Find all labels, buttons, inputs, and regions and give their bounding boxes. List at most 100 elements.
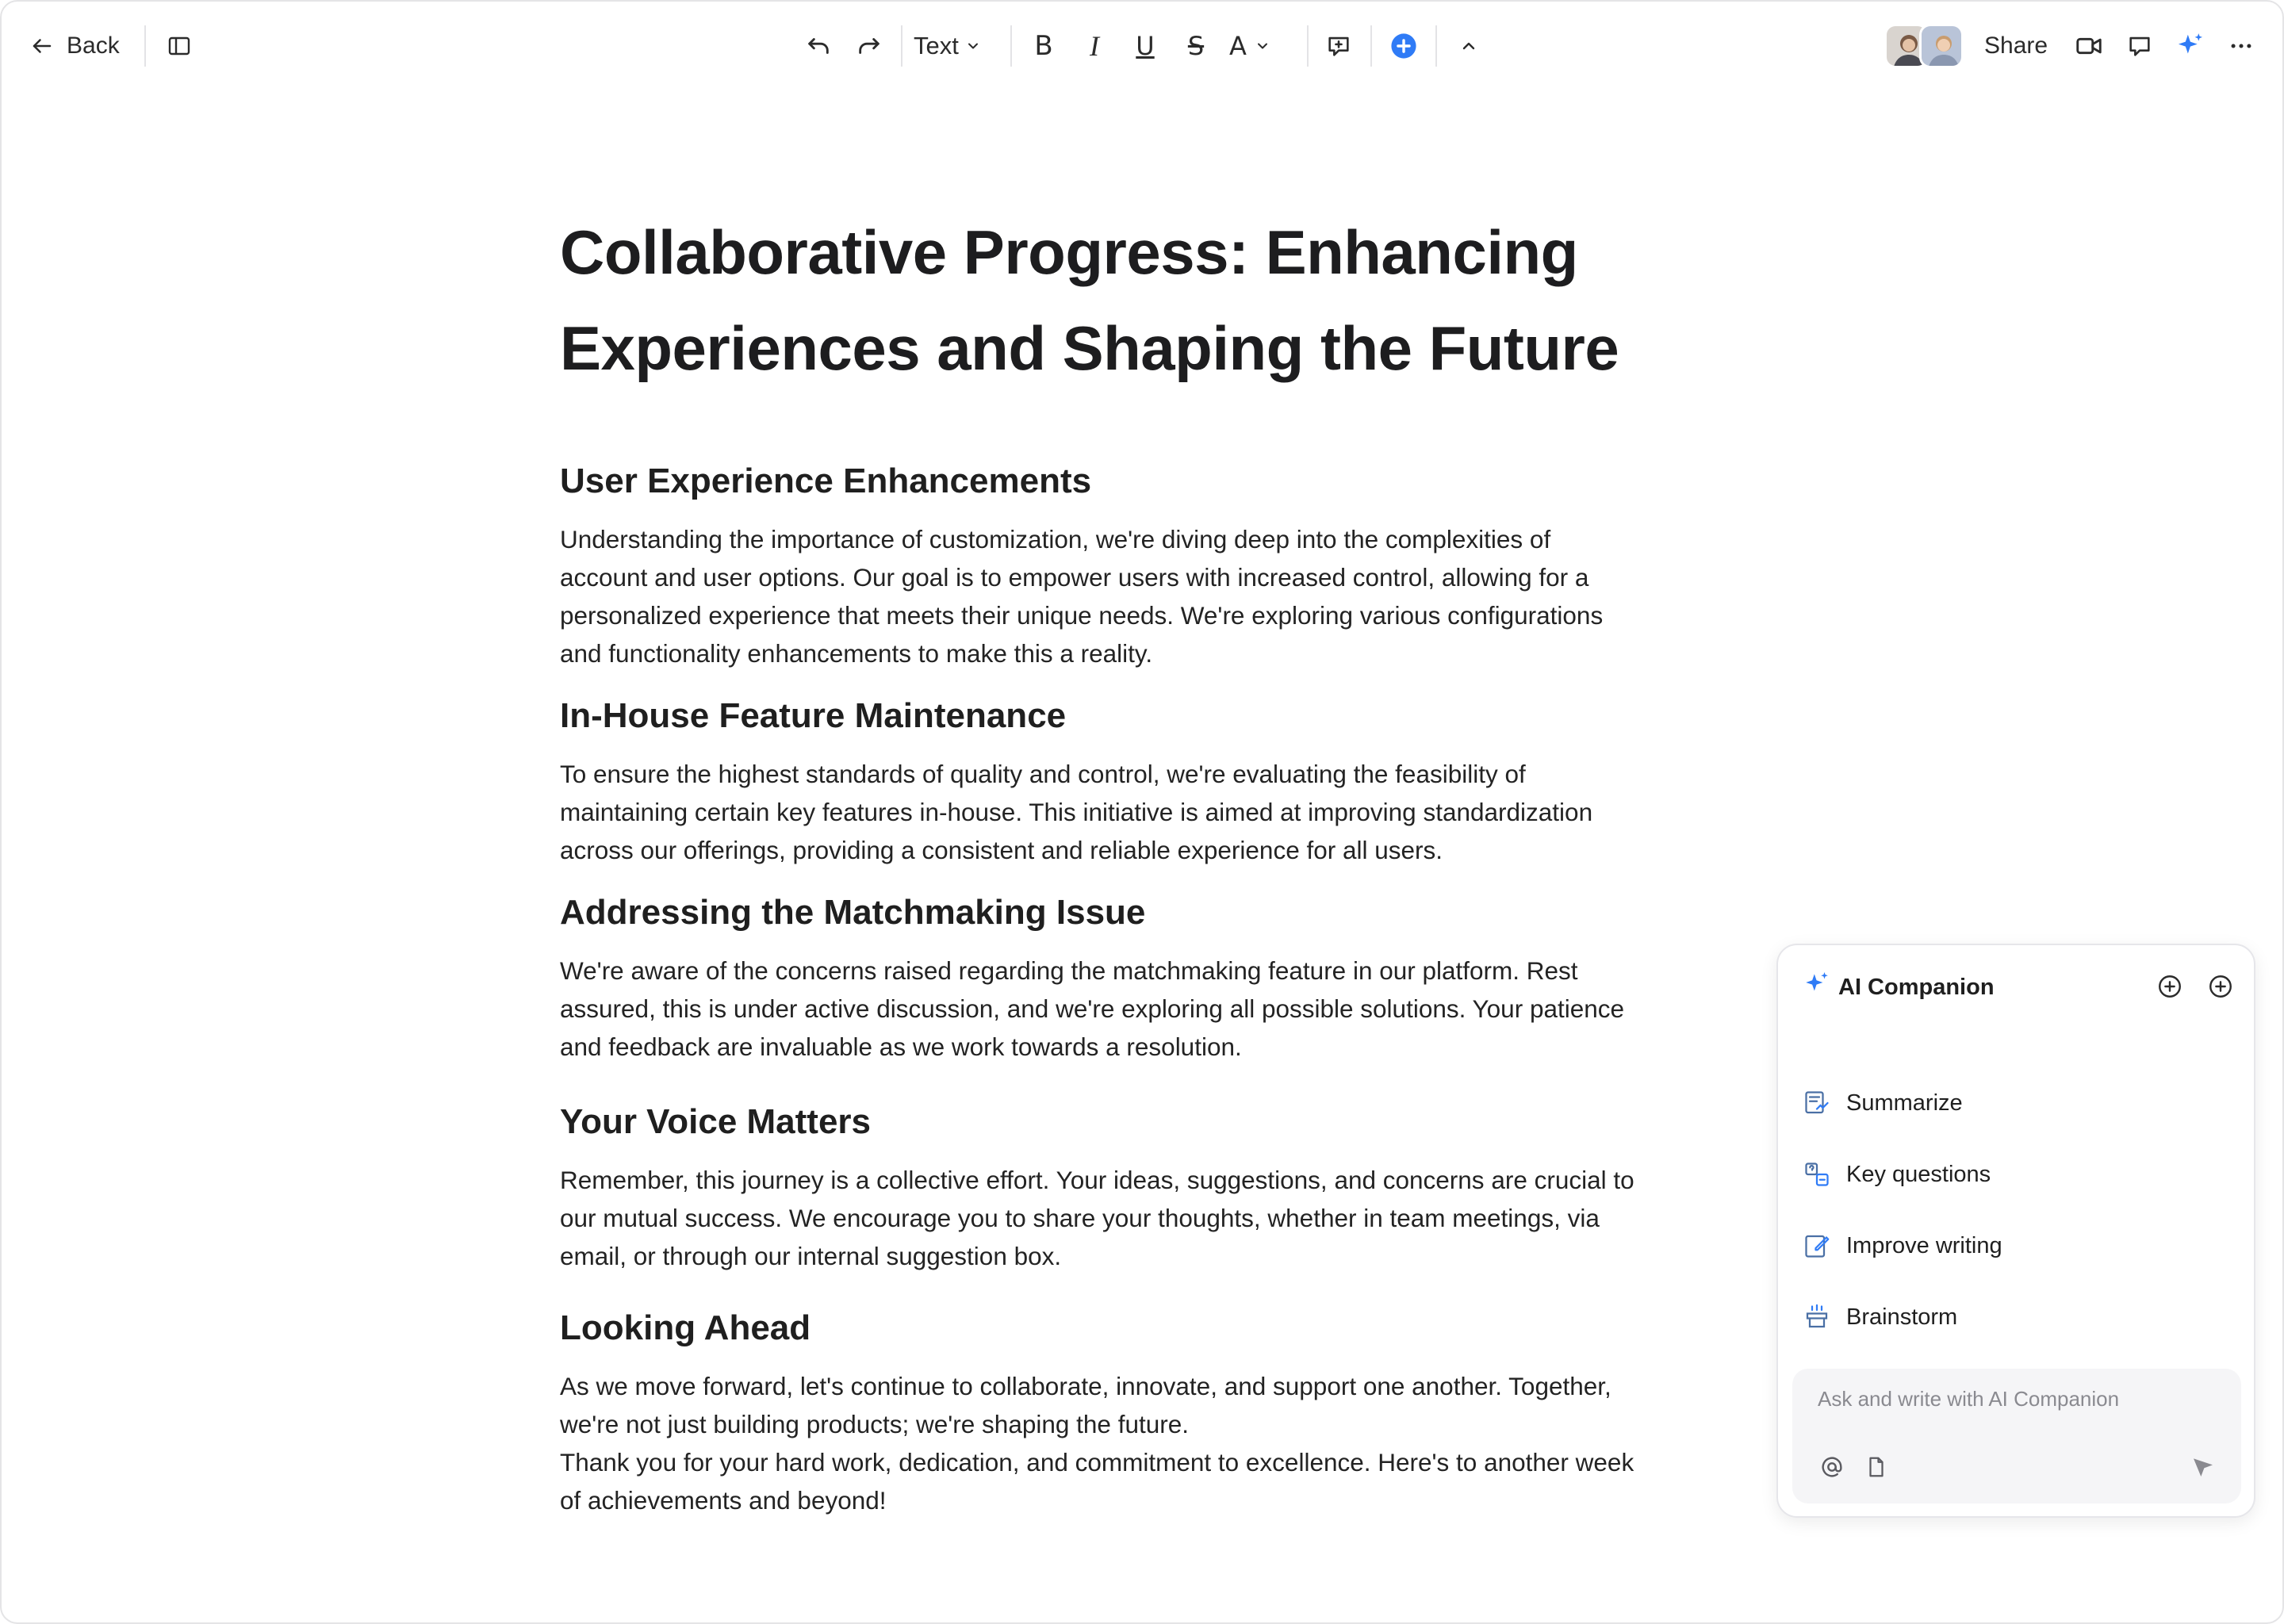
toolbar-divider — [1307, 25, 1309, 67]
ai-companion-button[interactable] — [2171, 27, 2209, 65]
send-icon — [2190, 1454, 2216, 1484]
section-heading[interactable]: Looking Ahead — [560, 1308, 811, 1348]
section-heading[interactable]: Addressing the Matchmaking Issue — [560, 893, 1145, 933]
ai-sparkle-icon — [1802, 969, 1832, 1005]
chevron-up-icon — [1459, 36, 1478, 56]
section-paragraph[interactable]: Understanding the importance of customiz… — [560, 520, 1734, 672]
italic-button[interactable]: I — [1075, 22, 1113, 70]
paragraph-line: assured, this is under active discussion… — [560, 994, 1625, 1023]
paragraph-line: account and user options. Our goal is to… — [560, 563, 1589, 592]
document-title[interactable]: Collaborative Progress: Enhancing Experi… — [560, 205, 1734, 396]
ai-prompt-input[interactable] — [1816, 1386, 2213, 1412]
toolbar-divider — [1370, 25, 1372, 67]
avatar[interactable] — [1919, 24, 1964, 68]
ai-action-label: Key questions — [1846, 1161, 1991, 1187]
bold-button[interactable]: B — [1025, 22, 1063, 70]
ai-sparkle-icon — [2175, 31, 2205, 61]
document-body[interactable]: Collaborative Progress: Enhancing Experi… — [560, 205, 1734, 1515]
ai-action-label: Summarize — [1846, 1090, 1963, 1116]
ai-companion-title: AI Companion — [1838, 974, 1995, 1000]
italic-label: I — [1090, 30, 1099, 62]
chat-button[interactable] — [2121, 27, 2159, 65]
redo-icon — [856, 33, 883, 59]
paragraph-line: we're not just building products; we're … — [560, 1410, 1189, 1438]
chat-icon — [2126, 33, 2153, 59]
strikethrough-label: S — [1187, 31, 1205, 61]
document-editor-window: Back Text B I U S A Share Collaborative … — [0, 0, 2284, 1624]
key-questions-icon — [1802, 1159, 1832, 1189]
sidebar-toggle-icon — [167, 33, 192, 59]
undo-button[interactable] — [799, 27, 837, 65]
font-color-dropdown[interactable]: A — [1229, 22, 1270, 70]
toolbar-divider — [901, 25, 902, 67]
section-heading[interactable]: Your Voice Matters — [560, 1102, 871, 1142]
ai-action-label: Improve writing — [1846, 1232, 2002, 1258]
plus-circle-outline-icon — [2207, 973, 2234, 1004]
add-comment-button[interactable] — [1320, 27, 1358, 65]
sidebar-toggle-button[interactable] — [160, 27, 198, 65]
attach-document-button[interactable] — [1861, 1453, 1892, 1484]
undo-icon — [805, 33, 832, 59]
paragraph-line: and functionality enhancements to make t… — [560, 639, 1153, 668]
text-style-label: Text — [914, 32, 959, 59]
video-button[interactable] — [2070, 27, 2108, 65]
title-line: Experiences and Shaping the Future — [560, 313, 1619, 383]
share-label: Share — [1984, 33, 2048, 59]
strikethrough-button[interactable]: S — [1177, 22, 1215, 70]
ai-action-improve-writing[interactable]: Improve writing — [1802, 1231, 2002, 1261]
new-chat-button[interactable] — [2154, 972, 2186, 1004]
improve-writing-icon — [1802, 1231, 1832, 1261]
ai-prompt-box — [1792, 1369, 2241, 1503]
text-style-dropdown[interactable]: Text — [914, 22, 981, 70]
toolbar-divider — [144, 25, 146, 67]
ai-action-key-questions[interactable]: Key questions — [1802, 1159, 1991, 1189]
section-paragraph[interactable]: We're aware of the concerns raised regar… — [560, 952, 1734, 1066]
back-button[interactable]: Back — [30, 22, 120, 70]
ai-action-brainstorm[interactable]: Brainstorm — [1802, 1302, 1957, 1332]
ai-companion-panel: AI Companion Summarize Key questions Imp… — [1776, 944, 2255, 1518]
paragraph-line: To ensure the highest standards of quali… — [560, 760, 1526, 788]
insert-button[interactable] — [1385, 27, 1423, 65]
paragraph-line: Remember, this journey is a collective e… — [560, 1166, 1634, 1194]
underline-button[interactable]: U — [1126, 22, 1164, 70]
more-options-button[interactable] — [2222, 27, 2260, 65]
ai-companion-header: AI Companion — [1802, 969, 1995, 1005]
paragraph-line: email, or through our internal suggestio… — [560, 1242, 1062, 1270]
paragraph-line: and feedback are invaluable as we work t… — [560, 1032, 1242, 1061]
font-color-label: A — [1229, 31, 1247, 61]
more-icon — [2228, 33, 2255, 59]
toolbar-divider — [1435, 25, 1437, 67]
redo-button[interactable] — [850, 27, 888, 65]
chevron-down-icon — [965, 38, 981, 54]
bold-label: B — [1034, 30, 1053, 62]
title-line: Collaborative Progress: Enhancing — [560, 217, 1578, 287]
toolbar-divider — [1010, 25, 1012, 67]
underline-label: U — [1136, 31, 1155, 61]
comment-add-icon — [1325, 33, 1352, 59]
send-button[interactable] — [2187, 1453, 2219, 1484]
paragraph-line: As we move forward, let's continue to co… — [560, 1372, 1611, 1400]
share-button[interactable]: Share — [1984, 22, 2048, 70]
ai-action-label: Brainstorm — [1846, 1304, 1958, 1330]
ai-action-summarize[interactable]: Summarize — [1802, 1088, 1963, 1118]
back-label: Back — [67, 33, 120, 59]
mention-button[interactable] — [1816, 1453, 1848, 1484]
video-icon — [2074, 31, 2104, 61]
paragraph-line: of achievements and beyond! — [560, 1486, 887, 1515]
paragraph-line: our mutual success. We encourage you to … — [560, 1204, 1600, 1232]
paragraph-line: across our offerings, providing a consis… — [560, 836, 1443, 864]
paragraph-line: Understanding the importance of customiz… — [560, 525, 1551, 553]
plus-circle-outline-icon — [2156, 973, 2183, 1004]
paragraph-line: We're aware of the concerns raised regar… — [560, 956, 1578, 985]
section-heading[interactable]: In-House Feature Maintenance — [560, 696, 1066, 736]
collapse-toolbar-button[interactable] — [1450, 27, 1488, 65]
section-paragraph[interactable]: To ensure the highest standards of quali… — [560, 755, 1734, 869]
chevron-down-icon — [1255, 38, 1270, 54]
section-paragraph[interactable]: Remember, this journey is a collective e… — [560, 1161, 1734, 1275]
section-heading[interactable]: User Experience Enhancements — [560, 462, 1091, 501]
paragraph-line: personalized experience that meets their… — [560, 601, 1604, 630]
paragraph-line: Thank you for your hard work, dedication… — [560, 1448, 1634, 1477]
add-content-button[interactable] — [2205, 972, 2236, 1004]
plus-circle-icon — [1390, 33, 1417, 59]
section-paragraph[interactable]: As we move forward, let's continue to co… — [560, 1367, 1734, 1519]
